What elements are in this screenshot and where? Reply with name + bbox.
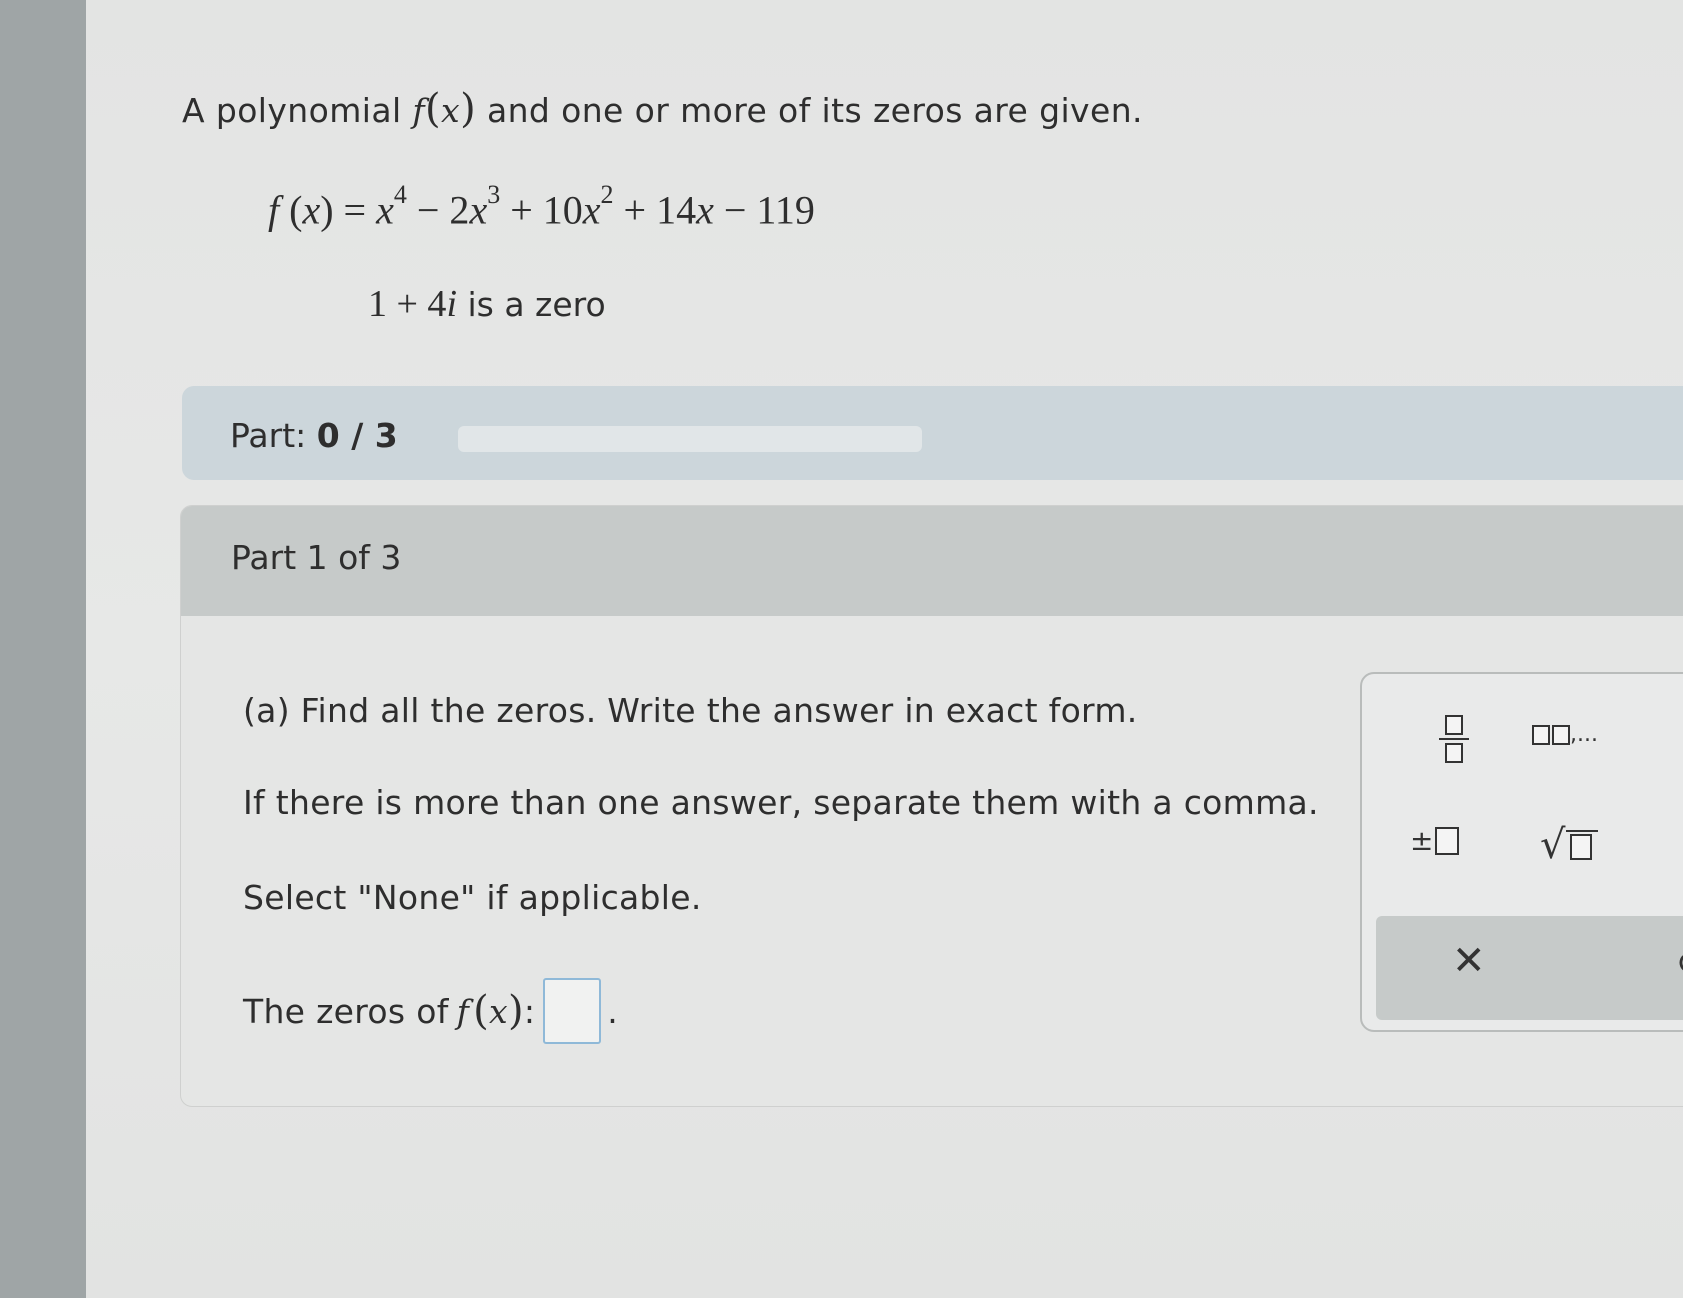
fraction-button[interactable] bbox=[1424, 704, 1484, 774]
part-progress-bar: Part: 0 / 3 bbox=[182, 386, 1683, 480]
answer-input[interactable] bbox=[543, 978, 602, 1044]
undo-button[interactable]: ↺ bbox=[1676, 944, 1683, 984]
progress-label: Part: 0 / 3 bbox=[230, 416, 398, 455]
progress-value: 0 / 3 bbox=[316, 416, 398, 455]
function-arg: x bbox=[441, 91, 461, 130]
answer-row: The zeros of f (x) : . bbox=[243, 978, 618, 1044]
function-name: f bbox=[412, 91, 426, 130]
intro-text-end: and one or more of its zeros are given. bbox=[476, 91, 1143, 130]
polynomial-equation: f (x) = x4 − 2x3 + 10x2 + 14x − 119 bbox=[268, 180, 815, 233]
list-button[interactable]: ,... bbox=[1532, 722, 1598, 747]
instruction-none: Select "None" if applicable. bbox=[243, 878, 702, 917]
plus-minus-icon: ± bbox=[1410, 824, 1434, 857]
palette-footer: ✕ ↺ bbox=[1376, 916, 1683, 1020]
part-header: Part 1 of 3 bbox=[181, 506, 1683, 616]
square-root-button[interactable]: √ bbox=[1540, 822, 1598, 868]
problem-statement: A polynomial f(x) and one or more of its… bbox=[182, 86, 1143, 132]
clear-button[interactable]: ✕ bbox=[1452, 938, 1486, 984]
intro-text: A polynomial bbox=[182, 91, 413, 130]
fraction-icon bbox=[1445, 715, 1463, 735]
list-icon bbox=[1532, 724, 1550, 745]
undo-icon: ↺ bbox=[1676, 944, 1683, 984]
given-zero: 1 + 4i is a zero bbox=[368, 283, 606, 325]
part-title: Part 1 of 3 bbox=[231, 538, 402, 577]
answer-prefix: The zeros of bbox=[243, 991, 449, 1031]
progress-track bbox=[458, 426, 922, 452]
question-a: (a) Find all the zeros. Write the answer… bbox=[243, 691, 1138, 730]
plus-minus-button[interactable]: ± bbox=[1410, 824, 1460, 857]
instruction-comma: If there is more than one answer, separa… bbox=[243, 783, 1319, 822]
square-root-icon: √ bbox=[1540, 822, 1566, 868]
clear-icon: ✕ bbox=[1452, 938, 1486, 984]
math-palette: ,... ± √ ✕ ↺ bbox=[1360, 672, 1683, 1032]
